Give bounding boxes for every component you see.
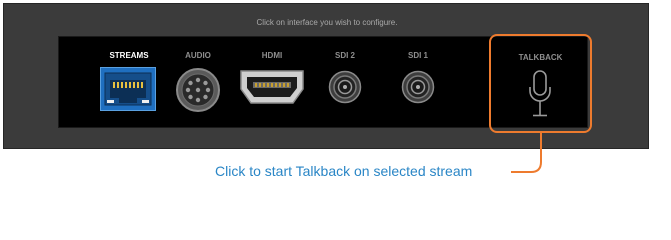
instruction-text: Click on interface you wish to configure… [256, 18, 398, 27]
interface-sdi-1[interactable]: SDI 1 [398, 37, 438, 127]
interface-sdi-2[interactable]: SDI 2 [325, 37, 365, 127]
interface-label-sdi-2: SDI 2 [334, 51, 355, 60]
interface-label-hdmi: HDMI [261, 51, 283, 60]
microphone-icon [529, 70, 551, 117]
ethernet-port-icon [100, 67, 156, 111]
bnc-connector-icon [401, 70, 435, 104]
talkback-label: TALKBACK [518, 53, 563, 62]
talkback-callout-text: Click to start Talkback on selected stre… [215, 163, 473, 179]
interface-label-sdi-1: SDI 1 [407, 51, 428, 60]
interface-hdmi[interactable]: HDMI [237, 37, 307, 127]
talkback-button[interactable]: TALKBACK [489, 34, 592, 133]
interface-label-audio: AUDIO [185, 51, 211, 60]
interface-label-streams: STREAMS [109, 51, 149, 60]
bnc-connector-icon [328, 70, 362, 104]
interface-audio[interactable]: AUDIO [174, 37, 222, 127]
audio-din-connector-icon [176, 68, 220, 112]
interface-streams[interactable]: STREAMS [97, 37, 161, 127]
hdmi-port-icon [240, 70, 304, 104]
